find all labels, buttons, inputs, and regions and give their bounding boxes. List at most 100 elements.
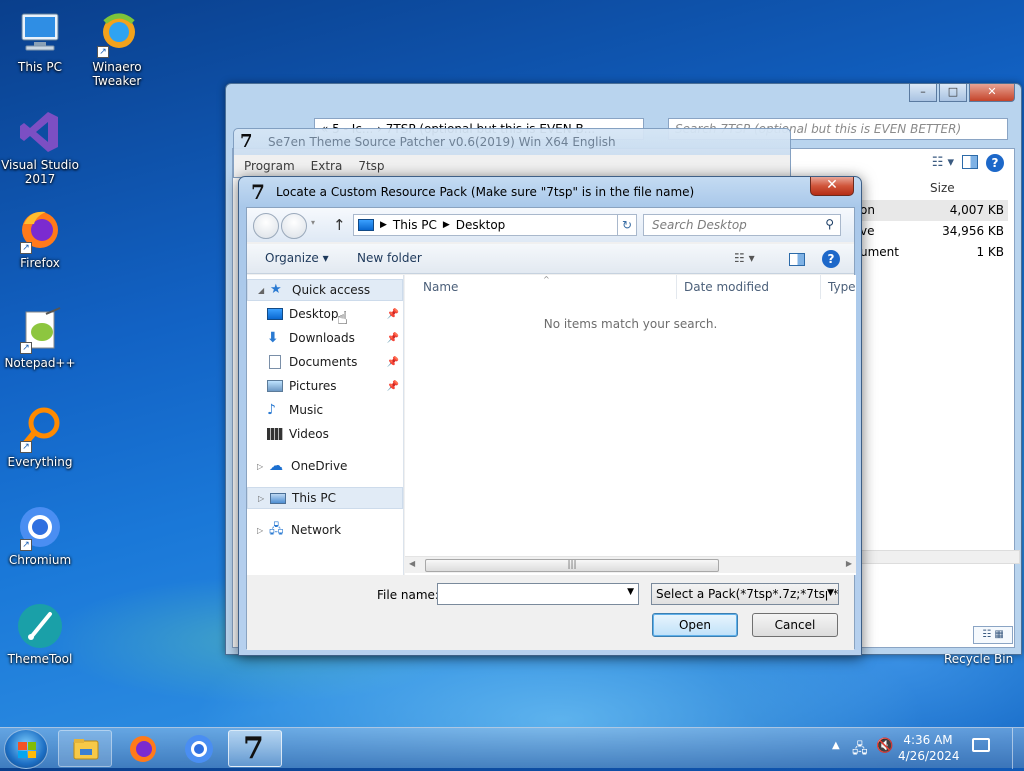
chevron-down-icon[interactable]: ▼ — [827, 588, 834, 598]
nav-network[interactable]: ▷ 🖧 Network — [247, 519, 403, 541]
organize-button[interactable]: Organize ▾ — [265, 251, 329, 265]
nav-item-downloads[interactable]: ⬇ Downloads 📌 — [247, 327, 403, 349]
firefox-icon — [130, 736, 156, 762]
column-header-date-modified[interactable]: Date modified — [684, 280, 769, 294]
details-view-icon[interactable]: ☷ ▦ — [973, 626, 1013, 644]
pictures-icon — [267, 380, 283, 392]
caption-buttons: – □ ✕ — [909, 84, 1015, 102]
clock[interactable]: 4:36 AM 4/26/2024 — [898, 732, 960, 764]
volume-muted-icon[interactable]: 🔇 — [876, 738, 893, 754]
up-arrow-icon[interactable]: ↑ — [333, 216, 346, 234]
help-icon[interactable]: ? — [986, 154, 1004, 172]
action-center-icon[interactable] — [972, 738, 990, 752]
column-divider[interactable] — [820, 275, 821, 299]
network-tray-icon[interactable]: 🖧 — [852, 738, 868, 762]
patcher-menu-bar: Program Extra 7tsp — [234, 155, 790, 177]
desktop-icon-everything[interactable]: ↗ Everything — [0, 405, 80, 469]
preview-pane-icon[interactable] — [789, 253, 805, 266]
show-hidden-icons-icon[interactable]: ▲ — [832, 740, 840, 751]
view-options-icon[interactable]: ☷ ▾ — [734, 251, 755, 265]
shortcut-arrow-icon: ↗ — [20, 342, 32, 354]
nav-this-pc[interactable]: ▷ This PC — [247, 487, 403, 509]
desktop-icon-chromium[interactable]: ↗ Chromium — [0, 503, 80, 567]
chevron-down-icon[interactable]: ▼ — [627, 587, 634, 597]
collapsed-arrow-icon[interactable]: ▷ — [257, 526, 269, 535]
desktop-icon-firefox[interactable]: ↗ Firefox — [0, 206, 80, 270]
column-divider[interactable] — [676, 275, 677, 299]
taskbar-7tsp[interactable]: 7 — [228, 730, 282, 767]
column-header-name[interactable]: Name — [423, 280, 458, 294]
table-row[interactable]: ument 1 KB — [858, 242, 1008, 263]
file-name-input[interactable]: ▼ — [437, 583, 639, 605]
breadcrumb-separator-icon: ▶ — [380, 220, 387, 230]
taskbar-chromium[interactable] — [172, 730, 226, 767]
scrollbar-thumb[interactable]: ||| — [425, 559, 719, 572]
refresh-button[interactable]: ↻ — [617, 214, 637, 236]
desktop-icon-winaero-tweaker[interactable]: ↗ Winaero Tweaker — [77, 10, 157, 88]
nav-label: Videos — [289, 427, 329, 441]
pin-icon[interactable]: 📌 — [387, 381, 399, 392]
menu-program[interactable]: Program — [244, 159, 295, 173]
nav-item-music[interactable]: ♪ Music — [247, 399, 403, 421]
cancel-button[interactable]: Cancel — [752, 613, 838, 637]
horizontal-scrollbar[interactable]: ◀ ||| ▶ — [405, 556, 856, 573]
taskbar-file-explorer[interactable] — [58, 730, 112, 767]
nav-quick-access[interactable]: ◢ ★ Quick access — [247, 279, 403, 301]
computer-icon — [270, 492, 286, 504]
recycle-bin-label[interactable]: Recycle Bin — [944, 652, 1013, 666]
maximize-button[interactable]: □ — [939, 84, 967, 102]
size-column-header[interactable]: Size — [858, 176, 1008, 200]
file-size: 4,007 KB — [949, 203, 1004, 217]
preview-pane-icon[interactable] — [962, 155, 978, 169]
table-row[interactable]: on 4,007 KB — [858, 200, 1008, 221]
desktop-icon-themetool[interactable]: ThemeTool — [0, 602, 80, 666]
back-button[interactable] — [253, 213, 279, 239]
scroll-left-icon[interactable]: ◀ — [409, 559, 415, 568]
nav-label: Desktop — [289, 307, 339, 321]
taskbar-firefox[interactable] — [116, 730, 170, 767]
pin-icon[interactable]: 📌 — [387, 309, 399, 320]
pin-icon[interactable]: 📌 — [387, 357, 399, 368]
menu-7tsp[interactable]: 7tsp — [358, 159, 384, 173]
view-options-icon[interactable]: ☷ ▾ — [932, 155, 954, 170]
menu-extra[interactable]: Extra — [311, 159, 343, 173]
address-bar[interactable]: ▶ This PC ▶ Desktop ▼ — [353, 214, 633, 236]
breadcrumb-this-pc[interactable]: This PC — [393, 218, 437, 232]
search-input[interactable]: Search Desktop ⚲ — [643, 214, 841, 236]
nav-onedrive[interactable]: ▷ ☁ OneDrive — [247, 455, 403, 477]
show-desktop-button[interactable] — [1012, 728, 1024, 769]
nav-item-desktop[interactable]: Desktop 📌 — [247, 303, 403, 325]
collapsed-arrow-icon[interactable]: ▷ — [258, 494, 270, 503]
new-folder-button[interactable]: New folder — [357, 251, 422, 265]
table-row[interactable]: ve 34,956 KB — [858, 221, 1008, 242]
desktop-icon-this-pc[interactable]: This PC — [0, 10, 80, 74]
nav-item-videos[interactable]: Videos — [247, 423, 403, 445]
dialog-close-button[interactable]: ✕ — [810, 177, 854, 196]
patcher-window[interactable]: 7 Se7en Theme Source Patcher v0.6(2019) … — [233, 128, 791, 178]
collapsed-arrow-icon[interactable]: ▷ — [257, 462, 269, 471]
search-icon[interactable]: ⚲ — [825, 217, 834, 231]
desktop-icon-label: Firefox — [20, 256, 60, 270]
minimize-button[interactable]: – — [909, 84, 937, 102]
scroll-right-icon[interactable]: ▶ — [846, 559, 852, 568]
desktop-icon-notepadpp[interactable]: ↗ Notepad++ — [0, 306, 80, 370]
close-button[interactable]: ✕ — [969, 84, 1015, 102]
breadcrumb-desktop[interactable]: Desktop — [456, 218, 506, 232]
expanded-arrow-icon[interactable]: ◢ — [258, 286, 270, 295]
open-file-dialog[interactable]: 7 Locate a Custom Resource Pack (Make su… — [238, 176, 862, 656]
desktop-icon-visual-studio[interactable]: Visual Studio 2017 — [0, 108, 80, 186]
recent-locations-icon[interactable]: ▾ — [311, 218, 315, 227]
forward-button[interactable] — [281, 213, 307, 239]
file-type-select[interactable]: Select a Pack(*7tsp*.7z;*7tsp*.zi ▼ — [651, 583, 839, 605]
nav-item-pictures[interactable]: Pictures 📌 — [247, 375, 403, 397]
open-button[interactable]: Open — [652, 613, 738, 637]
nav-item-documents[interactable]: Documents 📌 — [247, 351, 403, 373]
file-type: ument — [860, 245, 899, 259]
explorer-hscrollbar[interactable] — [858, 550, 1020, 564]
column-header-type[interactable]: Type — [828, 280, 856, 294]
pin-icon[interactable]: 📌 — [387, 333, 399, 344]
start-button[interactable] — [4, 729, 48, 769]
nav-label: Music — [289, 403, 324, 417]
visual-studio-icon — [16, 108, 64, 156]
help-icon[interactable]: ? — [822, 250, 840, 268]
